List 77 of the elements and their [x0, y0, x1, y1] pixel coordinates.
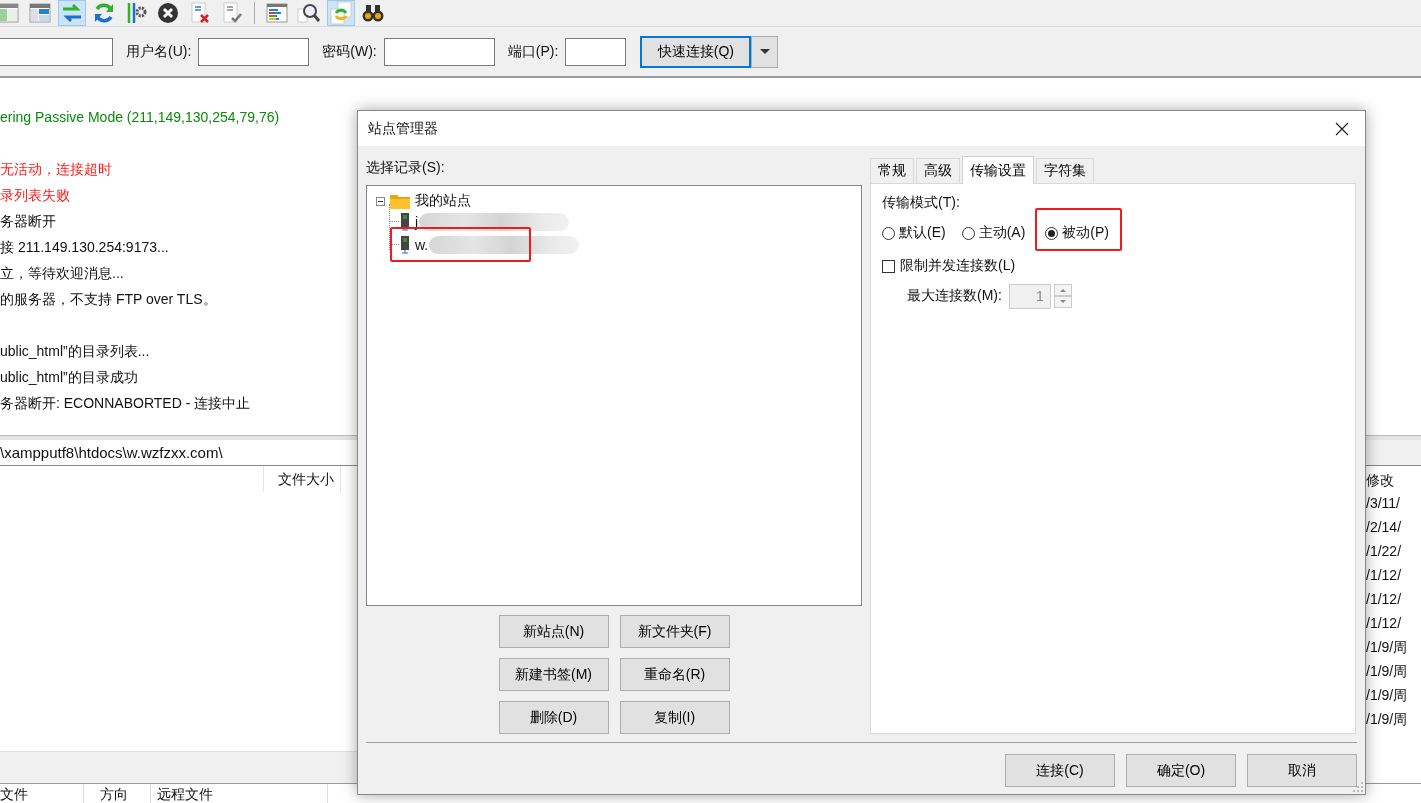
radio-button[interactable]	[961, 226, 975, 240]
window-title: 站点管理器	[368, 119, 438, 138]
tree-item[interactable]: w.	[415, 236, 429, 253]
radio-button[interactable]	[882, 226, 895, 240]
log-line: ering Passive Mode (211,149,130,254,79,76)	[0, 108, 280, 127]
tree-item[interactable]: 我的站点	[415, 191, 471, 210]
close-icon	[1335, 121, 1349, 136]
checkbox[interactable]	[882, 259, 895, 273]
dialog-button[interactable]: 重命名(R)	[619, 658, 730, 691]
transfer-mode-label: 传输模式(T):	[882, 194, 961, 212]
dialog-button[interactable]: 新建书签(M)	[498, 658, 609, 691]
log-line: 务器断开	[0, 212, 56, 231]
table-cell-text: /1/12/	[1366, 614, 1403, 633]
dialog-button[interactable]: 复制(I)	[619, 701, 730, 734]
list-icon	[265, 1, 289, 25]
log-line: 无活动，连接超时	[0, 160, 112, 179]
tab[interactable]: 常规	[870, 158, 914, 183]
table-cell-text: /1/12/	[1366, 566, 1403, 585]
log-line: 接 211.149.130.254:9173...	[0, 238, 169, 257]
refresh-icon	[92, 1, 116, 25]
column-header[interactable]: 方向	[84, 784, 151, 803]
table-cell-text: /1/9/周	[1366, 710, 1409, 729]
dialog-button[interactable]: 连接(C)	[1005, 754, 1115, 787]
folder-icon	[390, 192, 410, 209]
table-cell-text: /1/9/周	[1366, 638, 1409, 657]
caret-icon	[759, 49, 770, 54]
log-line: ublic_html”的目录成功	[0, 368, 138, 387]
table-cell-text: /1/12/	[1366, 590, 1403, 609]
tab[interactable]: 高级	[916, 158, 960, 183]
dropdown-button[interactable]	[751, 35, 779, 68]
cancel-icon	[156, 1, 180, 25]
radio-label: 主动(A)	[978, 224, 1026, 242]
column-header[interactable]: 远程文件	[151, 784, 328, 803]
radio-label: 默认(E)	[899, 224, 946, 242]
dialog-button[interactable]: 确定(O)	[1126, 754, 1236, 787]
log-line: 立，等待欢迎消息...	[0, 264, 124, 283]
document-check-icon	[220, 1, 244, 25]
layout-icon	[28, 1, 52, 25]
server-icon	[400, 235, 410, 254]
dialog-button[interactable]: 删除(D)	[498, 701, 609, 734]
resize-grip-icon	[1353, 782, 1363, 792]
username-label: 用户名(U):	[126, 42, 192, 61]
radio-button[interactable]	[1045, 226, 1059, 240]
dialog-button[interactable]: 新站点(N)	[498, 615, 609, 648]
arrows-icon	[60, 1, 84, 25]
server-icon	[400, 212, 410, 231]
table-cell-text: /1/22/	[1366, 542, 1403, 561]
local-path: \xampputf8\htdocs\w.wzfzxx.com\	[0, 444, 223, 461]
column-header[interactable]: 文件	[0, 784, 84, 803]
port-field[interactable]	[565, 37, 627, 66]
checkbox-label: 限制并发连接数(L)	[900, 257, 1016, 275]
document-cross-icon	[188, 1, 212, 25]
table-cell-text: /3/11/	[1366, 494, 1401, 513]
log-line: ublic_html”的目录列表...	[0, 342, 150, 361]
log-line: 录列表失败	[0, 186, 70, 205]
username-field[interactable]	[198, 37, 310, 66]
table-cell-text: /1/9/周	[1366, 686, 1409, 705]
tab[interactable]: 字符集	[1036, 158, 1094, 183]
log-line: 的服务器，不支持 FTP over TLS。	[0, 290, 217, 309]
max-connections-label: 最大连接数(M):	[907, 287, 1002, 305]
compare-icon	[329, 1, 353, 25]
tab[interactable]: 传输设置	[962, 156, 1034, 184]
port-label: 端口(P):	[507, 42, 559, 61]
table-cell-text: /2/14/	[1366, 518, 1403, 537]
log-line: 务器断开: ECONNABORTED - 连接中止	[0, 394, 251, 413]
table-cell-text: /1/9/周	[1366, 662, 1409, 681]
tree-label: 选择记录(S):	[366, 158, 446, 177]
dialog-button[interactable]: 新文件夹(F)	[619, 615, 730, 648]
dialog-button[interactable]: 取消	[1247, 754, 1357, 787]
column-header[interactable]: 修改	[1366, 467, 1421, 493]
radio-label: 被动(P)	[1062, 224, 1109, 242]
password-label: 密码(W):	[322, 42, 377, 61]
host-field[interactable]	[0, 37, 113, 66]
search-icon	[297, 1, 321, 25]
password-field[interactable]	[383, 37, 495, 66]
spin-buttons[interactable]	[1053, 284, 1072, 308]
quickconnect-button[interactable]: 快速连接(Q)	[640, 35, 752, 68]
